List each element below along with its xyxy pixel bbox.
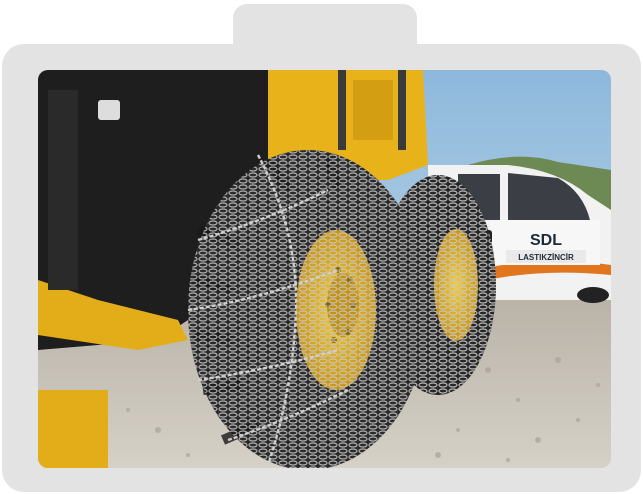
van-logo-text: SDL (530, 232, 562, 249)
product-photo: SDL LASTIKZİNCİR (38, 70, 611, 468)
front-tire (187, 150, 428, 468)
van-sub-text: LASTIKZİNCİR (518, 253, 574, 262)
tire-chain-photo: SDL LASTIKZİNCİR (38, 70, 611, 468)
